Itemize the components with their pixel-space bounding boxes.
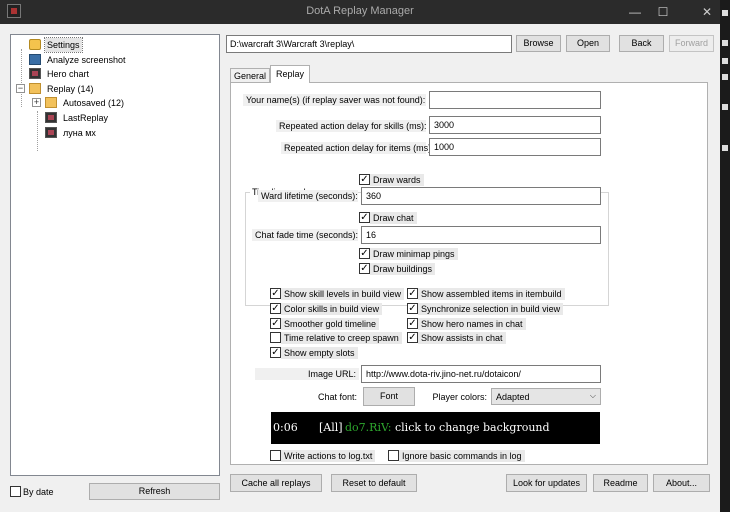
folder-icon [29, 83, 41, 94]
show-assembled-items-checkbox[interactable]: ✓ [407, 288, 418, 299]
font-button[interactable]: Font [363, 387, 415, 406]
color-skills-checkbox[interactable]: ✓ [270, 303, 281, 314]
browse-button[interactable]: Browse [516, 35, 561, 52]
hero-chart-icon [29, 68, 41, 79]
synchronize-selection-label: Synchronize selection in build view [418, 303, 564, 315]
show-hero-names-checkbox[interactable]: ✓ [407, 318, 418, 329]
main-window: Settings Analyze screenshot Hero chart −… [0, 24, 720, 512]
draw-wards-checkbox[interactable]: ✓ [359, 174, 370, 185]
forward-button[interactable]: Forward [669, 35, 714, 52]
skill-delay-label: Repeated action delay for skills (ms): [276, 120, 427, 132]
your-names-label: Your name(s) (if replay saver was not fo… [243, 94, 426, 106]
show-assists-label: Show assists in chat [418, 332, 506, 344]
smoother-gold-label: Smoother gold timeline [281, 318, 380, 330]
draw-buildings-label: Draw buildings [370, 263, 436, 275]
show-skill-levels-checkbox[interactable]: ✓ [270, 288, 281, 299]
ignore-basic-checkbox[interactable] [388, 450, 399, 461]
navigation-tree[interactable]: Settings Analyze screenshot Hero chart −… [10, 34, 220, 476]
ward-lifetime-input[interactable]: 360 [361, 187, 601, 205]
settings-icon [29, 39, 41, 50]
cache-all-replays-button[interactable]: Cache all replays [230, 474, 322, 492]
show-hero-names-label: Show hero names in chat [418, 318, 526, 330]
item-delay-input[interactable]: 1000 [429, 138, 601, 156]
screenshot-icon [29, 54, 41, 65]
chat-preview-player: do7.RiV: [345, 421, 392, 434]
open-button[interactable]: Open [566, 35, 610, 52]
maximize-button[interactable]: ☐ [640, 0, 686, 24]
chat-fade-label: Chat fade time (seconds): [252, 229, 358, 241]
draw-wards-label: Draw wards [370, 174, 424, 186]
show-assists-checkbox[interactable]: ✓ [407, 332, 418, 343]
image-url-input[interactable]: http://www.dota-riv.jino-net.ru/dotaicon… [361, 365, 601, 383]
show-assembled-items-label: Show assembled items in itembuild [418, 288, 565, 300]
tab-general[interactable]: General [230, 68, 270, 83]
write-log-checkbox[interactable] [270, 450, 281, 461]
tab-replay[interactable]: Replay [270, 65, 310, 83]
image-url-label: Image URL: [255, 368, 359, 380]
reset-to-default-button[interactable]: Reset to default [331, 474, 417, 492]
chevron-down-icon: ⌵ [589, 391, 596, 400]
replay-file-icon [45, 127, 57, 138]
smoother-gold-checkbox[interactable]: ✓ [270, 318, 281, 329]
item-delay-label: Repeated action delay for items (ms): [281, 142, 434, 154]
show-empty-slots-label: Show empty slots [281, 347, 358, 359]
refresh-button[interactable]: Refresh [89, 483, 220, 500]
background-window-strip [720, 0, 730, 512]
color-skills-label: Color skills in build view [281, 303, 383, 315]
synchronize-selection-checkbox[interactable]: ✓ [407, 303, 418, 314]
back-button[interactable]: Back [619, 35, 664, 52]
skill-delay-input[interactable]: 3000 [429, 116, 601, 134]
show-skill-levels-label: Show skill levels in build view [281, 288, 405, 300]
show-empty-slots-checkbox[interactable]: ✓ [270, 347, 281, 358]
chat-preview-bar[interactable]: 0:06 [All] do7.RiV: click to change back… [271, 412, 600, 444]
chat-preview-channel: [All] [319, 421, 343, 434]
about-button[interactable]: About... [653, 474, 710, 492]
draw-minimap-pings-checkbox[interactable]: ✓ [359, 248, 370, 259]
chat-preview-message: click to change background [395, 421, 550, 434]
title-bar: DotA Replay Manager — ☐ ✕ [0, 0, 720, 24]
replay-path-input[interactable]: D:\warcraft 3\Warcraft 3\replay\ [226, 35, 512, 53]
draw-buildings-checkbox[interactable]: ✓ [359, 263, 370, 274]
player-colors-value: Adapted [496, 392, 530, 402]
ignore-basic-label: Ignore basic commands in log [399, 450, 525, 462]
time-relative-label: Time relative to creep spawn [281, 332, 402, 344]
replay-collapse-toggle[interactable]: − [16, 84, 25, 93]
chat-fade-input[interactable]: 16 [361, 226, 601, 244]
draw-chat-label: Draw chat [370, 212, 417, 224]
draw-chat-checkbox[interactable]: ✓ [359, 212, 370, 223]
ward-lifetime-label: Ward lifetime (seconds): [258, 190, 358, 202]
by-date-checkbox[interactable] [10, 486, 21, 497]
time-relative-checkbox[interactable] [270, 332, 281, 343]
readme-button[interactable]: Readme [593, 474, 648, 492]
by-date-label: By date [23, 487, 54, 497]
autosaved-expand-toggle[interactable]: + [32, 98, 41, 107]
write-log-label: Write actions to log.txt [281, 450, 376, 462]
replay-file-icon [45, 112, 57, 123]
chat-preview-time: 0:06 [273, 421, 298, 434]
folder-icon [45, 97, 57, 108]
chat-font-label: Chat font: [317, 392, 357, 402]
look-for-updates-button[interactable]: Look for updates [506, 474, 587, 492]
player-colors-select[interactable]: Adapted ⌵ [491, 388, 601, 405]
your-names-input[interactable] [429, 91, 601, 109]
draw-minimap-pings-label: Draw minimap pings [370, 248, 458, 260]
player-colors-label: Player colors: [432, 392, 487, 402]
